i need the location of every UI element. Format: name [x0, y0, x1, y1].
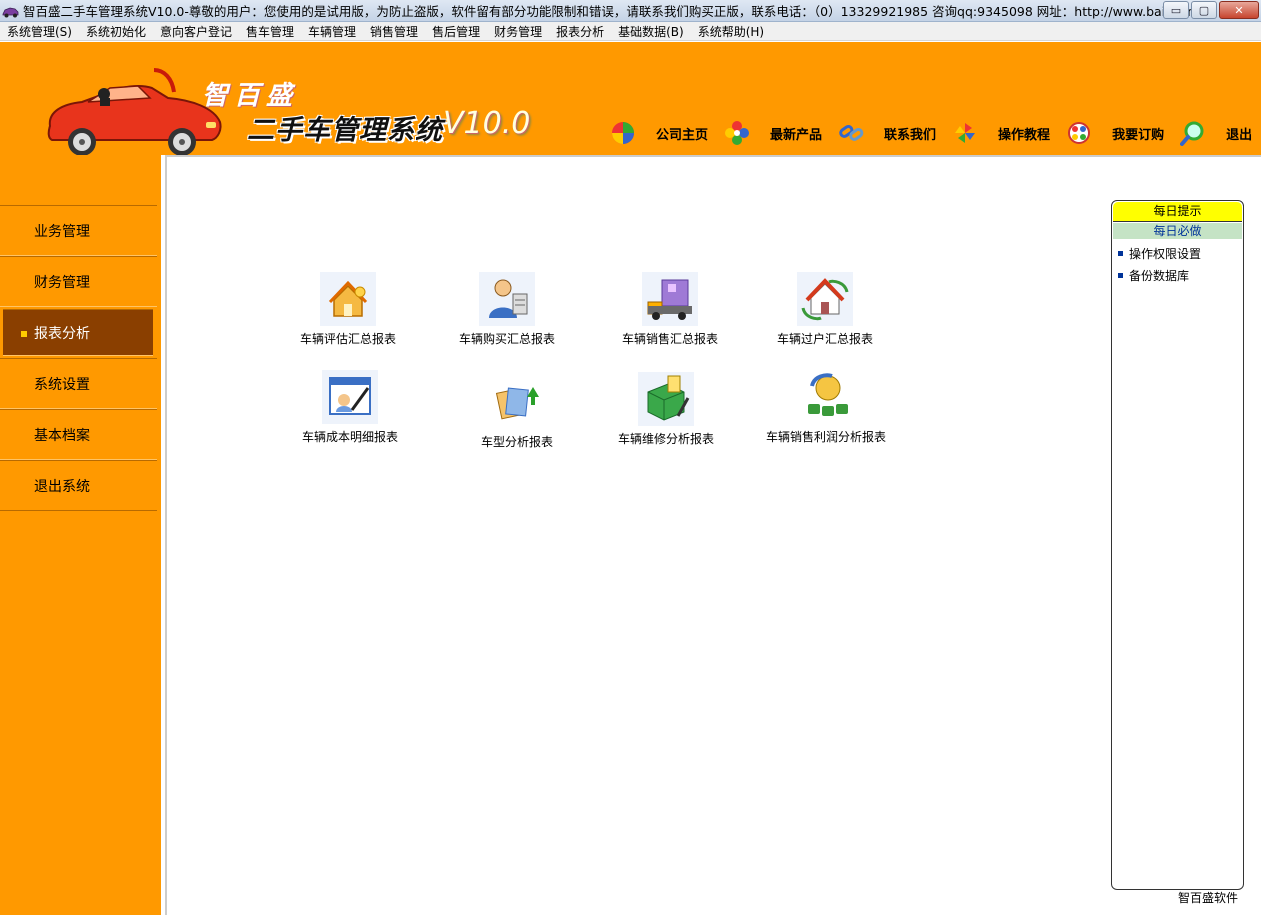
menu-after-sales[interactable]: 售后管理	[425, 23, 487, 40]
buyer-person-icon	[479, 272, 535, 326]
topnav-home[interactable]: 公司主页	[610, 120, 708, 146]
tips-subtitle: 每日必做	[1113, 223, 1242, 239]
house-transfer-icon	[797, 272, 853, 326]
footer-brand: 智百盛软件	[1178, 891, 1239, 905]
window-title: 智百盛二手车管理系统V10.0-尊敬的用户：您使用的是试用版，为防止盗版，软件留…	[23, 4, 1193, 19]
sidebar-item-label: 系统设置	[34, 376, 90, 393]
flower-icon	[725, 121, 750, 145]
close-button[interactable]: ✕	[1219, 1, 1259, 19]
menu-intent-customer[interactable]: 意向客户登记	[153, 23, 239, 40]
topnav-contact-label: 联系我们	[884, 127, 937, 143]
tip-item-label: 操作权限设置	[1129, 246, 1202, 261]
brand-main-title: 二手车管理系统	[247, 115, 443, 146]
topnav-contact[interactable]: 联系我们	[838, 120, 936, 146]
money-profit-icon	[798, 370, 854, 424]
topnav-new-products-label: 最新产品	[770, 127, 823, 143]
tip-item-permissions[interactable]: 操作权限设置	[1112, 245, 1243, 261]
menu-base-data[interactable]: 基础数据(B)	[611, 23, 691, 40]
truck-delivery-icon	[642, 272, 698, 326]
report-cost-detail[interactable]: 车辆成本明细报表	[300, 370, 400, 445]
menu-car-sale[interactable]: 售车管理	[239, 23, 301, 40]
topnav-order-label: 我要订购	[1112, 127, 1165, 143]
report-model-analysis[interactable]: 车型分析报表	[467, 375, 567, 450]
sidebar-item-settings[interactable]: 系统设置	[0, 358, 157, 409]
brand-version: V10.0	[443, 106, 531, 141]
chain-link-icon	[839, 124, 864, 141]
menu-bar: 系统管理(S) 系统初始化 意向客户登记 售车管理 车辆管理 销售管理 售后管理…	[0, 22, 1261, 41]
topnav-tutorial[interactable]: 操作教程	[952, 120, 1050, 146]
sidebar-item-label: 退出系统	[34, 478, 90, 495]
main-content	[157, 155, 1261, 915]
report-label: 车辆过户汇总报表	[776, 332, 873, 346]
tips-title: 每日提示	[1113, 202, 1242, 222]
top-nav: 公司主页 最新产品 联系我们 操作教程 我要订购 退出	[610, 120, 1261, 146]
menu-system[interactable]: 系统管理(S)	[0, 23, 79, 40]
pinwheel-icon	[955, 123, 976, 143]
red-car-logo-icon	[47, 68, 222, 155]
menu-init[interactable]: 系统初始化	[79, 23, 153, 40]
sidebar: 业务管理 财务管理 报表分析 系统设置 基本档案 退出系统	[0, 155, 157, 915]
menu-reports[interactable]: 报表分析	[549, 23, 611, 40]
palette-icon	[1068, 122, 1091, 144]
bullet-icon	[1118, 272, 1123, 278]
sidebar-item-exit[interactable]: 退出系统	[0, 460, 157, 511]
menu-vehicle[interactable]: 车辆管理	[301, 23, 363, 40]
bullet-icon	[1118, 250, 1123, 256]
sidebar-item-finance[interactable]: 财务管理	[0, 256, 157, 307]
sidebar-item-reports[interactable]: 报表分析	[3, 309, 153, 356]
menu-finance[interactable]: 财务管理	[487, 23, 549, 40]
report-label: 车辆维修分析报表	[617, 432, 714, 446]
app-header: 智百盛 二手车管理系统 V10.0 公司主页 最新产品 联系我们 操作教程 我要…	[0, 42, 1261, 155]
sidebar-item-archives[interactable]: 基本档案	[0, 409, 157, 460]
sidebar-item-label: 报表分析	[34, 325, 90, 342]
report-sales-summary[interactable]: 车辆销售汇总报表	[620, 272, 720, 347]
chart-cost-icon	[322, 370, 378, 424]
report-repair-analysis[interactable]: 车辆维修分析报表	[616, 372, 716, 447]
sidebar-item-business[interactable]: 业务管理	[0, 205, 157, 256]
report-evaluation-summary[interactable]: 车辆评估汇总报表	[298, 272, 398, 347]
report-label: 车辆评估汇总报表	[299, 332, 396, 346]
maximize-button[interactable]: ▢	[1191, 1, 1217, 19]
app-car-icon	[2, 3, 20, 19]
report-transfer-summary[interactable]: 车辆过户汇总报表	[775, 272, 875, 347]
topnav-exit-label: 退出	[1226, 127, 1253, 143]
topnav-order[interactable]: 我要订购	[1066, 120, 1164, 146]
minimize-button[interactable]: ▭	[1163, 1, 1189, 19]
report-label: 车辆销售利润分析报表	[765, 430, 886, 444]
report-label: 车辆销售汇总报表	[621, 332, 718, 346]
active-bullet-icon	[21, 331, 27, 337]
sidebar-item-label: 业务管理	[34, 223, 90, 240]
topnav-home-label: 公司主页	[656, 127, 709, 143]
sidebar-item-label: 财务管理	[34, 274, 90, 291]
topnav-tutorial-label: 操作教程	[998, 127, 1051, 143]
report-label: 车型分析报表	[480, 435, 553, 449]
topnav-exit[interactable]: 退出	[1180, 120, 1252, 146]
report-profit-analysis[interactable]: 车辆销售利润分析报表	[765, 370, 887, 445]
tip-item-label: 备份数据库	[1129, 268, 1190, 283]
color-wheel-icon	[612, 122, 634, 144]
daily-tips-panel: 每日提示 每日必做 操作权限设置 备份数据库	[1111, 200, 1244, 890]
magnifier-icon	[1180, 121, 1204, 146]
brand-small-title: 智百盛	[202, 81, 299, 111]
sidebar-item-label: 基本档案	[34, 427, 90, 444]
documents-upload-icon	[489, 375, 545, 429]
report-purchase-summary[interactable]: 车辆购买汇总报表	[457, 272, 557, 347]
report-label: 车辆成本明细报表	[301, 430, 398, 444]
house-evaluation-icon	[320, 272, 376, 326]
topnav-new-products[interactable]: 最新产品	[724, 120, 822, 146]
repair-box-icon	[638, 372, 694, 426]
window-titlebar[interactable]: 智百盛二手车管理系统V10.0-尊敬的用户：您使用的是试用版，为防止盗版，软件留…	[0, 0, 1261, 22]
tip-item-backup[interactable]: 备份数据库	[1112, 267, 1243, 283]
report-label: 车辆购买汇总报表	[458, 332, 555, 346]
menu-help[interactable]: 系统帮助(H)	[691, 23, 771, 40]
menu-sales[interactable]: 销售管理	[363, 23, 425, 40]
